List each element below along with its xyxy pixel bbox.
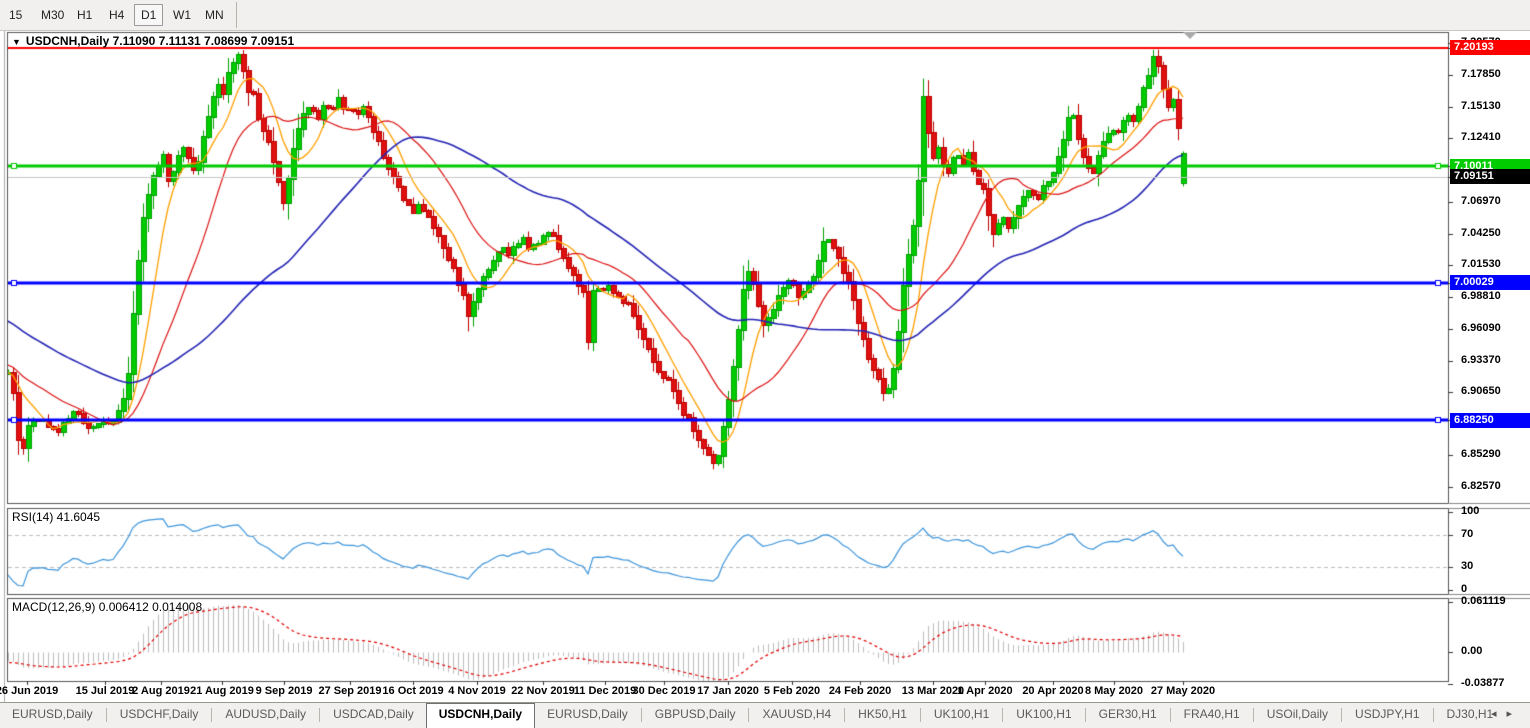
timeframe-button-h1[interactable]: H1: [70, 4, 99, 26]
timeframe-button-15[interactable]: 15: [2, 4, 29, 26]
date-axis-label: 27 May 2020: [1138, 685, 1228, 697]
chart-ohlc-title: ▼ USDCNH,Daily 7.11090 7.11131 7.08699 7.…: [12, 34, 294, 48]
chart-tab-eurusd-daily[interactable]: EURUSD,Daily: [0, 703, 105, 728]
rsi-axis-label: 30: [1461, 560, 1473, 572]
chart-tab-gbpusd-daily[interactable]: GBPUSD,Daily: [643, 703, 748, 728]
tab-separator: [211, 708, 212, 722]
tab-separator: [106, 708, 107, 722]
tab-separator: [844, 708, 845, 722]
rsi-axis-label: 70: [1461, 528, 1473, 540]
tab-separator: [319, 708, 320, 722]
macd-axis-label: -0.03877: [1461, 677, 1504, 689]
price-axis-label: 6.82570: [1461, 480, 1501, 492]
tab-separator: [1002, 708, 1003, 722]
chart-tab-xauusd-h4[interactable]: XAUUSD,H4: [750, 703, 843, 728]
chart-tab-ger30-h1[interactable]: GER30,H1: [1087, 703, 1169, 728]
chart-tab-usoil-daily[interactable]: USOil,Daily: [1255, 703, 1340, 728]
price-badge-7-20193: 7.20193: [1450, 40, 1530, 55]
timeframe-button-m30[interactable]: M30: [34, 4, 71, 26]
chart-tab-uk100-h1[interactable]: UK100,H1: [1004, 703, 1083, 728]
price-axis-label: 6.96090: [1461, 322, 1501, 334]
price-badge-6-88250: 6.88250: [1450, 413, 1530, 428]
chart-tab-bar: EURUSD,DailyUSDCHF,DailyAUDUSD,DailyUSDC…: [0, 702, 1530, 728]
macd-indicator-label: MACD(12,26,9) 0.006412 0.014008: [12, 600, 202, 614]
timeframe-button-w1[interactable]: W1: [166, 4, 198, 26]
price-badge-7-00029: 7.00029: [1450, 275, 1530, 290]
chart-tab-audusd-daily[interactable]: AUDUSD,Daily: [213, 703, 318, 728]
price-axis-label: 6.93370: [1461, 354, 1501, 366]
tab-separator: [1433, 708, 1434, 722]
chart-tab-usdjpy-h1[interactable]: USDJPY,H1: [1343, 703, 1431, 728]
price-axis-label: 7.06970: [1461, 195, 1501, 207]
price-axis-label: 7.15130: [1461, 100, 1501, 112]
chart-tab-uk100-h1[interactable]: UK100,H1: [922, 703, 1001, 728]
macd-axis-label: 0.061119: [1461, 595, 1506, 607]
chart-tab-hk50-h1[interactable]: HK50,H1: [846, 703, 919, 728]
price-axis-label: 7.12410: [1461, 131, 1501, 143]
tabs-scroll-left-icon[interactable]: ◂: [1491, 708, 1507, 720]
chart-title-text: USDCNH,Daily 7.11090 7.11131 7.08699 7.0…: [26, 34, 294, 48]
tab-separator: [1341, 708, 1342, 722]
timeframe-button-h4[interactable]: H4: [102, 4, 131, 26]
macd-axis-label: 0.00: [1461, 645, 1482, 657]
collapse-arrow-icon[interactable]: ▼: [12, 37, 21, 47]
rsi-indicator-label: RSI(14) 41.6045: [12, 510, 100, 524]
chart-tab-usdcnh-daily[interactable]: USDCNH,Daily: [426, 703, 535, 728]
chart-tab-eurusd-daily[interactable]: EURUSD,Daily: [535, 703, 640, 728]
mt4-window: { "toolbar": { "timeframes": [ {"label":…: [0, 0, 1530, 728]
tab-separator: [748, 708, 749, 722]
timeframe-toolbar: 15M30H1H4D1W1MN: [0, 0, 1530, 31]
price-axis-label: 6.85290: [1461, 448, 1501, 460]
rsi-axis-label: 0: [1461, 583, 1467, 595]
price-chart-canvas[interactable]: [0, 0, 1530, 728]
price-axis-label: 6.90650: [1461, 385, 1501, 397]
chart-tab-usdchf-daily[interactable]: USDCHF,Daily: [108, 703, 211, 728]
tab-separator: [1253, 708, 1254, 722]
price-axis-label: 7.04250: [1461, 227, 1501, 239]
chart-tab-usdcad-daily[interactable]: USDCAD,Daily: [321, 703, 426, 728]
price-axis-label: 6.98810: [1461, 290, 1501, 302]
tab-separator: [641, 708, 642, 722]
tab-separator: [920, 708, 921, 722]
price-axis-label: 7.01530: [1461, 258, 1501, 270]
tab-separator: [1170, 708, 1171, 722]
price-axis-label: 7.17850: [1461, 68, 1501, 80]
chart-tab-fra40-h1[interactable]: FRA40,H1: [1172, 703, 1252, 728]
timeframe-button-mn[interactable]: MN: [198, 4, 231, 26]
rsi-axis-label: 100: [1461, 505, 1479, 517]
toolbar-separator: [236, 2, 237, 28]
tab-separator: [1085, 708, 1086, 722]
timeframe-button-d1[interactable]: D1: [134, 4, 163, 26]
price-badge-7-09151: 7.09151: [1450, 169, 1530, 184]
tabs-scroll-right-icon[interactable]: ▸: [1506, 708, 1522, 720]
